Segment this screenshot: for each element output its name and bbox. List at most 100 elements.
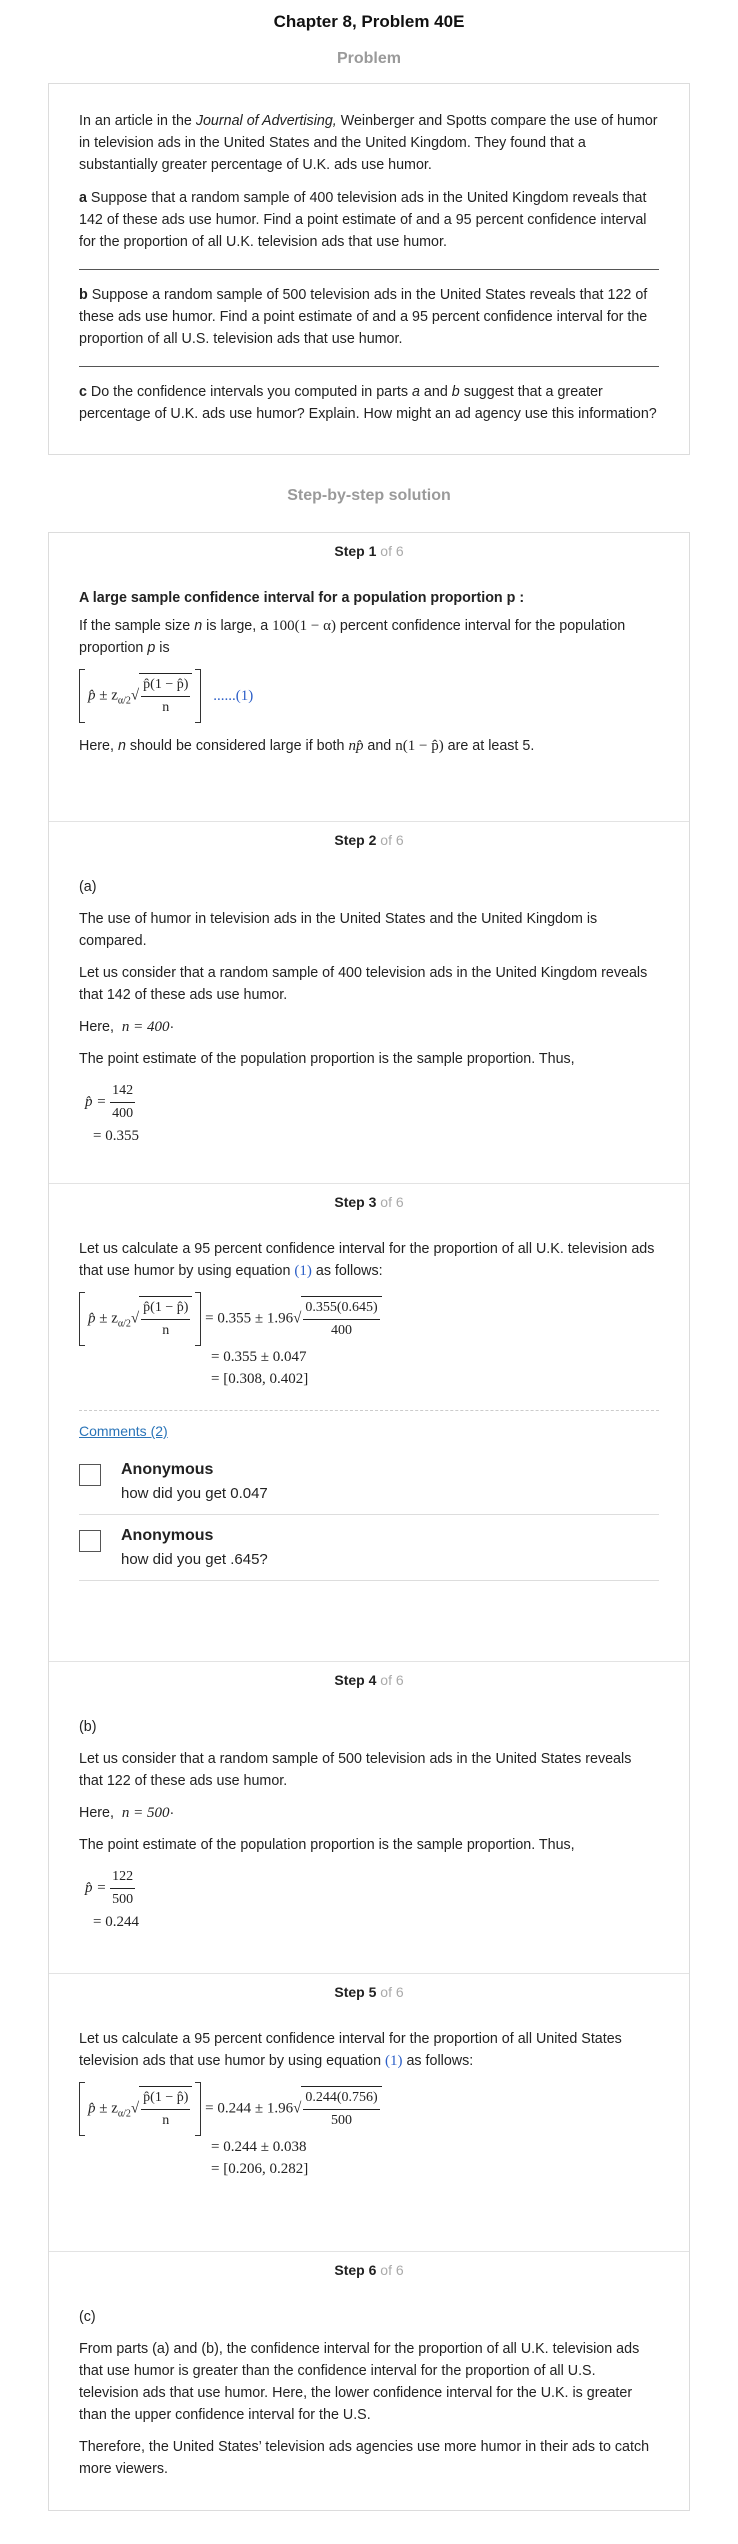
fraction: p̂(1 − p̂) n xyxy=(141,1297,191,1342)
step-number: 6 xyxy=(368,2262,377,2278)
step-total: of 6 xyxy=(380,2262,404,2278)
sqrt: 0.244(0.756) 500 xyxy=(301,2086,382,2132)
step-word: Step xyxy=(334,2262,365,2278)
denominator: 400 xyxy=(330,1323,352,1338)
point-estimate: p̂ = 142 400 = 0.355 xyxy=(79,1080,659,1147)
step-total: of 6 xyxy=(380,832,404,848)
sqrt: p̂(1 − p̂) n xyxy=(139,1296,193,1342)
step-header: Step 6 of 6 xyxy=(79,2262,659,2278)
formula-ci: p̂ ± zα/2√ p̂(1 − p̂) n ......(1) xyxy=(79,669,659,723)
alpha-sub: α/2 xyxy=(117,2108,131,2120)
comment-checkbox[interactable] xyxy=(79,1464,101,1486)
equation-ref: (1) xyxy=(294,1263,312,1279)
part-b-label: b xyxy=(79,287,88,303)
step-text: Let us calculate a 95 percent confidence… xyxy=(79,1238,659,1282)
txt: Let us calculate a 95 percent confidence… xyxy=(79,2031,622,2069)
step-text: Let us consider that a random sample of … xyxy=(79,965,648,1003)
p-hat-eq: p̂ = xyxy=(85,1879,107,1896)
result: = 0.355 xyxy=(93,1128,139,1144)
step-1: Step 1 of 6 A large sample confidence in… xyxy=(49,533,689,822)
txt: and xyxy=(363,738,396,754)
denominator: 500 xyxy=(330,2113,352,2128)
p-hat: p̂ xyxy=(88,1310,96,1327)
math-expr: n = 500 xyxy=(121,1805,170,1821)
math-expr: np̂ xyxy=(348,738,364,754)
part-c-ref-a: a xyxy=(412,384,420,400)
part-c-text: Do the confidence intervals you computed… xyxy=(86,384,412,400)
numerator: 142 xyxy=(110,1080,136,1103)
comments-list: Anonymous how did you get 0.047 Anonymous… xyxy=(79,1449,659,1581)
var-n: n xyxy=(194,618,203,634)
step-word: Step xyxy=(334,1984,365,2000)
ci-bracket: p̂ ± zα/2√ p̂(1 − p̂) n xyxy=(79,1292,202,1346)
step-2: Step 2 of 6 (a) The use of humor in tele… xyxy=(49,822,689,1184)
fraction: 0.355(0.645) 400 xyxy=(303,1297,380,1342)
numerator: p̂(1 − p̂) xyxy=(141,2087,191,2110)
pm-z: ± z xyxy=(95,2100,118,2117)
txt: Here, xyxy=(79,738,118,754)
step-text: The use of humor in television ads in th… xyxy=(79,911,598,949)
ci-bracket: p̂ ± zα/2√ p̂(1 − p̂) n xyxy=(79,2082,202,2136)
math-expr: 100(1 − α) xyxy=(272,618,336,634)
math-expr: n = 400 xyxy=(121,1019,170,1035)
step-text: If the sample size n is large, a 100(1 −… xyxy=(79,615,659,659)
math-expr: n(1 − p̂) xyxy=(395,738,444,754)
p-hat-eq: p̂ = xyxy=(85,1093,107,1110)
step-word: Step xyxy=(334,1194,365,1210)
step-text: Here, n = 500· xyxy=(79,1805,175,1821)
sqrt: p̂(1 − p̂) n xyxy=(139,2086,193,2132)
step-header: Step 2 of 6 xyxy=(79,832,659,848)
p-hat: p̂ xyxy=(88,2100,96,2117)
sqrt: p̂(1 − p̂) n xyxy=(139,673,193,719)
part-b-text: Suppose a random sample of 500 televisio… xyxy=(79,287,648,347)
fraction: p̂(1 − p̂) n xyxy=(141,2087,191,2132)
fraction: 142 400 xyxy=(110,1080,136,1125)
step-6: Step 6 of 6 (c) From parts (a) and (b), … xyxy=(49,2252,689,2510)
result-line: = [0.308, 0.402] xyxy=(211,1371,309,1387)
txt: If the sample size xyxy=(79,618,195,634)
txt: should be considered large if both xyxy=(125,738,349,754)
numerator: 0.355(0.645) xyxy=(303,1297,380,1320)
pm-z: ± z xyxy=(95,687,118,704)
step-text: Here, n = 400· xyxy=(79,1019,175,1035)
problem-card: In an article in the Journal of Advertis… xyxy=(48,83,690,455)
journal-name: Journal of Advertising, xyxy=(195,113,337,129)
part-label: (a) xyxy=(79,879,97,895)
page: Chapter 8, Problem 40E Problem In an art… xyxy=(0,0,738,2511)
step-total: of 6 xyxy=(380,1984,404,2000)
step-total: of 6 xyxy=(380,1672,404,1688)
step-text: Let us calculate a 95 percent confidence… xyxy=(79,2028,659,2072)
txt: are at least 5. xyxy=(443,738,535,754)
comment-text: how did you get .645? xyxy=(121,1551,268,1568)
intro-text: In an article in the xyxy=(79,113,196,129)
problem-part-a: a Suppose that a random sample of 400 te… xyxy=(79,187,659,264)
step-heading: A large sample confidence interval for a… xyxy=(79,590,525,606)
ci-computation: p̂ ± zα/2√ p̂(1 − p̂) n = 0.244 ± 1.96√ 0.2… xyxy=(79,2082,659,2180)
step-total: of 6 xyxy=(380,543,404,559)
page-title: Chapter 8, Problem 40E xyxy=(273,12,465,31)
txt: as follows: xyxy=(402,2053,474,2069)
part-a-text: Suppose that a random sample of 400 tele… xyxy=(79,190,647,250)
part-c-label: c xyxy=(79,384,87,400)
step-header: Step 3 of 6 xyxy=(79,1194,659,1210)
result-line: = [0.206, 0.282] xyxy=(211,2161,309,2177)
comment: Anonymous how did you get 0.047 xyxy=(79,1449,659,1515)
comment-checkbox[interactable] xyxy=(79,1530,101,1552)
comments-link[interactable]: Comments (2) xyxy=(79,1423,168,1439)
fraction: 0.244(0.756) 500 xyxy=(303,2087,380,2132)
result-line: = 0.244 ± 0.038 xyxy=(211,2139,307,2155)
ci-bracket: p̂ ± zα/2√ p̂(1 − p̂) n xyxy=(79,669,202,723)
step-number: 5 xyxy=(368,1984,377,2000)
txt: Here, xyxy=(79,1805,114,1821)
part-c-ref-b: b xyxy=(451,384,460,400)
step-header: Step 4 of 6 xyxy=(79,1672,659,1688)
step-text: Let us consider that a random sample of … xyxy=(79,1751,632,1789)
denominator: 400 xyxy=(112,1106,134,1121)
problem-intro: In an article in the Journal of Advertis… xyxy=(79,110,659,187)
solution-steps: Step 1 of 6 A large sample confidence in… xyxy=(48,532,690,2511)
step-number: 4 xyxy=(368,1672,377,1688)
numerator: 122 xyxy=(110,1866,136,1889)
step-text: From parts (a) and (b), the confidence i… xyxy=(79,2341,640,2423)
comment-author: Anonymous xyxy=(121,1527,214,1544)
fraction: p̂(1 − p̂) n xyxy=(141,674,191,719)
